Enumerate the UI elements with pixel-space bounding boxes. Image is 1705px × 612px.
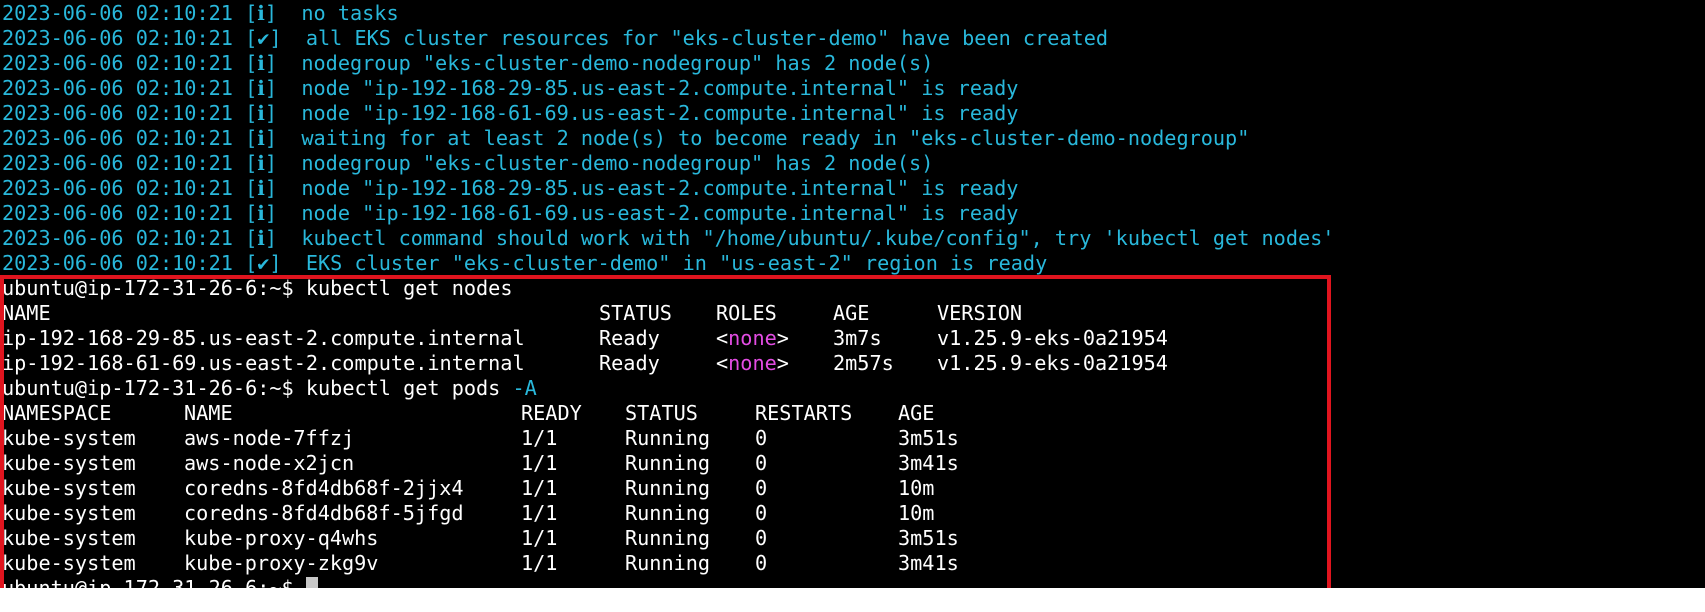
pod-status: Running bbox=[625, 501, 711, 525]
pods-col-name-header: NAME bbox=[184, 401, 233, 425]
log-line: 2023-06-06 02:10:21 [ℹ] node "ip-192-168… bbox=[2, 176, 1019, 200]
node-age: 3m7s bbox=[833, 326, 882, 350]
pod-ready: 1/1 bbox=[521, 451, 558, 475]
pod-restarts: 0 bbox=[755, 501, 768, 525]
nodes-col-status-header: STATUS bbox=[599, 301, 672, 325]
pod-namespace: kube-system bbox=[2, 526, 136, 550]
pod-status: Running bbox=[625, 551, 711, 575]
pod-namespace: kube-system bbox=[2, 476, 136, 500]
table-row: ip-192-168-61-69.us-east-2.compute.inter… bbox=[2, 351, 1168, 376]
pod-age: 3m41s bbox=[898, 551, 959, 575]
nodes-col-roles-header: ROLES bbox=[716, 301, 777, 325]
node-version: v1.25.9-eks-0a21954 bbox=[937, 351, 1168, 375]
log-line: 2023-06-06 02:10:21 [ℹ] nodegroup "eks-c… bbox=[2, 51, 934, 75]
log-line: 2023-06-06 02:10:21 [✔] all EKS cluster … bbox=[2, 26, 1109, 50]
pods-header-row: NAMESPACE NAME READY STATUS RESTARTS AGE bbox=[2, 401, 934, 426]
table-row: kube-system kube-proxy-q4whs 1/1 Running… bbox=[2, 526, 959, 551]
command-line: ubuntu@ip-172-31-26-6:~$ kubectl get pod… bbox=[2, 376, 537, 401]
command-text: kubectl get nodes bbox=[305, 276, 513, 300]
pod-ready: 1/1 bbox=[521, 526, 558, 550]
pod-restarts: 0 bbox=[755, 551, 768, 575]
log-line: 2023-06-06 02:10:21 [ℹ] node "ip-192-168… bbox=[2, 201, 1019, 225]
nodes-header-row: NAME STATUS ROLES AGE VERSION bbox=[2, 301, 1022, 326]
pod-restarts: 0 bbox=[755, 476, 768, 500]
pod-ready: 1/1 bbox=[521, 426, 558, 450]
table-row: kube-system aws-node-x2jcn 1/1 Running 0… bbox=[2, 451, 959, 476]
pods-col-status-header: STATUS bbox=[625, 401, 698, 425]
pod-name: kube-proxy-q4whs bbox=[184, 526, 379, 550]
nodes-col-version-header: VERSION bbox=[937, 301, 1023, 325]
pod-restarts: 0 bbox=[755, 526, 768, 550]
pod-name: coredns-8fd4db68f-2jjx4 bbox=[184, 476, 464, 500]
log-line: 2023-06-06 02:10:21 [✔] EKS cluster "eks… bbox=[2, 251, 1048, 275]
pod-status: Running bbox=[625, 451, 711, 475]
pod-namespace: kube-system bbox=[2, 551, 136, 575]
pod-name: kube-proxy-zkg9v bbox=[184, 551, 379, 575]
log-line: 2023-06-06 02:10:21 [ℹ] no tasks bbox=[2, 1, 399, 25]
command-flag: -A bbox=[512, 376, 537, 400]
pod-status: Running bbox=[625, 426, 711, 450]
table-row: kube-system kube-proxy-zkg9v 1/1 Running… bbox=[2, 551, 959, 576]
terminal-window[interactable]: 2023-06-06 02:10:21 [ℹ] no tasks 2023-06… bbox=[0, 0, 1705, 588]
node-roles: <none> bbox=[716, 351, 789, 375]
node-roles-value: none bbox=[728, 326, 777, 350]
pods-col-restarts-header: RESTARTS bbox=[755, 401, 853, 425]
node-roles-value: none bbox=[728, 351, 777, 375]
log-line: 2023-06-06 02:10:21 [ℹ] kubectl command … bbox=[2, 226, 1335, 250]
node-status: Ready bbox=[599, 351, 660, 375]
shell-prompt: ubuntu@ip-172-31-26-6:~$ bbox=[2, 276, 294, 300]
table-row: kube-system coredns-8fd4db68f-2jjx4 1/1 … bbox=[2, 476, 934, 501]
pod-age: 3m51s bbox=[898, 426, 959, 450]
nodes-col-age-header: AGE bbox=[833, 301, 870, 325]
pod-namespace: kube-system bbox=[2, 501, 136, 525]
node-name: ip-192-168-61-69.us-east-2.compute.inter… bbox=[2, 351, 525, 375]
command-line: ubuntu@ip-172-31-26-6:~$ kubectl get nod… bbox=[2, 276, 512, 301]
log-line: 2023-06-06 02:10:21 [ℹ] node "ip-192-168… bbox=[2, 101, 1019, 125]
pod-namespace: kube-system bbox=[2, 426, 136, 450]
pod-restarts: 0 bbox=[755, 426, 768, 450]
node-age: 2m57s bbox=[833, 351, 894, 375]
pod-name: aws-node-x2jcn bbox=[184, 451, 355, 475]
pod-age: 10m bbox=[898, 501, 935, 525]
pods-col-ready-header: READY bbox=[521, 401, 582, 425]
pod-age: 10m bbox=[898, 476, 935, 500]
pod-ready: 1/1 bbox=[521, 476, 558, 500]
table-row: kube-system coredns-8fd4db68f-5jfgd 1/1 … bbox=[2, 501, 934, 526]
pods-col-age-header: AGE bbox=[898, 401, 935, 425]
node-name: ip-192-168-29-85.us-east-2.compute.inter… bbox=[2, 326, 525, 350]
pod-restarts: 0 bbox=[755, 451, 768, 475]
pod-ready: 1/1 bbox=[521, 551, 558, 575]
pod-age: 3m41s bbox=[898, 451, 959, 475]
log-line: 2023-06-06 02:10:21 [ℹ] node "ip-192-168… bbox=[2, 76, 1019, 100]
pod-name: aws-node-7ffzj bbox=[184, 426, 355, 450]
pod-name: coredns-8fd4db68f-5jfgd bbox=[184, 501, 464, 525]
nodes-col-name-header: NAME bbox=[2, 301, 51, 325]
pod-status: Running bbox=[625, 526, 711, 550]
command-line[interactable]: ubuntu@ip-172-31-26-6:~$ bbox=[2, 576, 318, 588]
text-cursor bbox=[305, 577, 318, 588]
log-line: 2023-06-06 02:10:21 [ℹ] nodegroup "eks-c… bbox=[2, 151, 934, 175]
pod-ready: 1/1 bbox=[521, 501, 558, 525]
node-roles: <none> bbox=[716, 326, 789, 350]
shell-prompt: ubuntu@ip-172-31-26-6:~$ bbox=[2, 576, 294, 588]
log-line: 2023-06-06 02:10:21 [ℹ] waiting for at l… bbox=[2, 126, 1250, 150]
command-text: kubectl get pods bbox=[305, 376, 501, 400]
node-version: v1.25.9-eks-0a21954 bbox=[937, 326, 1168, 350]
shell-prompt: ubuntu@ip-172-31-26-6:~$ bbox=[2, 376, 294, 400]
table-row: ip-192-168-29-85.us-east-2.compute.inter… bbox=[2, 326, 1168, 351]
pods-col-namespace-header: NAMESPACE bbox=[2, 401, 112, 425]
node-status: Ready bbox=[599, 326, 660, 350]
pod-status: Running bbox=[625, 476, 711, 500]
pod-age: 3m51s bbox=[898, 526, 959, 550]
pod-namespace: kube-system bbox=[2, 451, 136, 475]
table-row: kube-system aws-node-7ffzj 1/1 Running 0… bbox=[2, 426, 959, 451]
